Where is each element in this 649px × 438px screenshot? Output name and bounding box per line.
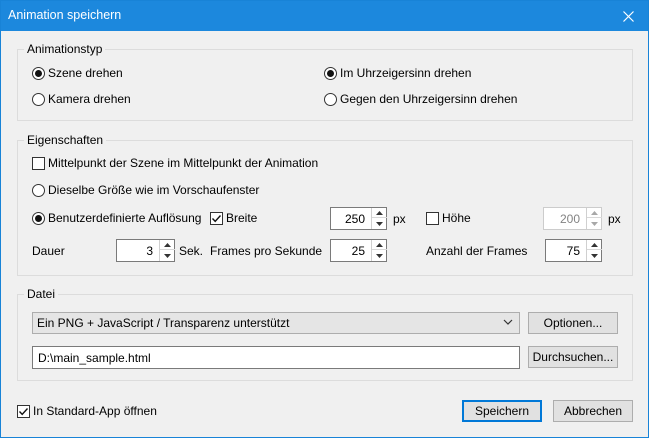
browse-button[interactable]: Durchsuchen... <box>528 346 618 368</box>
chevron-up-icon <box>591 210 598 215</box>
radio-same-size-label: Dieselbe Größe wie im Vorschaufenster <box>48 183 260 197</box>
file-group: Datei Ein PNG + JavaScript / Transparenz… <box>17 287 633 381</box>
radio-rotate-camera[interactable]: Kamera drehen <box>32 92 131 106</box>
close-button[interactable] <box>608 1 648 31</box>
chevron-down-icon <box>164 253 171 258</box>
height-checkbox[interactable]: Höhe <box>426 211 471 225</box>
spin-down-button[interactable] <box>587 250 602 261</box>
center-scene-checkbox[interactable]: Mittelpunkt der Szene im Mittelpunkt der… <box>32 156 318 170</box>
window-title: Animation speichern <box>8 8 122 22</box>
chevron-up-icon <box>376 242 383 247</box>
open-default-app-checkbox[interactable]: In Standard-App öffnen <box>17 404 157 418</box>
spin-arrows <box>586 208 602 229</box>
width-label: Breite <box>226 211 258 225</box>
file-legend: Datei <box>24 287 59 302</box>
radio-indicator <box>324 66 337 80</box>
spin-up-button[interactable] <box>160 240 175 250</box>
browse-button-label: Durchsuchen... <box>532 350 614 364</box>
radio-custom-resolution[interactable]: Benutzerdefinierte Auflösung <box>32 211 201 225</box>
format-dropdown-value: Ein PNG + JavaScript / Transparenz unter… <box>37 316 290 330</box>
radio-custom-resolution-label: Benutzerdefinierte Auflösung <box>48 211 202 225</box>
radio-indicator <box>32 92 45 106</box>
duration-value: 3 <box>146 244 153 258</box>
spin-arrows <box>159 240 175 261</box>
radio-indicator <box>32 211 45 225</box>
spin-arrows <box>586 240 602 261</box>
frames-value: 75 <box>566 244 580 258</box>
chevron-down-icon <box>591 253 598 258</box>
radio-same-size[interactable]: Dieselbe Größe wie im Vorschaufenster <box>32 183 259 197</box>
height-value: 200 <box>559 212 580 226</box>
checkbox-indicator <box>426 211 439 225</box>
options-button-label: Optionen... <box>543 316 603 330</box>
frames-label: Anzahl der Frames <box>426 244 528 258</box>
radio-counter-clockwise-label: Gegen den Uhrzeigersinn drehen <box>340 92 518 106</box>
radio-indicator <box>324 92 337 106</box>
checkmark-icon <box>18 407 29 415</box>
save-animation-dialog: Animation speichern Animationstyp Szene … <box>0 0 649 438</box>
spin-arrows <box>371 240 387 261</box>
properties-legend: Eigenschaften <box>24 133 107 148</box>
radio-rotate-scene[interactable]: Szene drehen <box>32 66 123 80</box>
radio-rotate-scene-label: Szene drehen <box>48 66 123 80</box>
width-checkbox[interactable]: Breite <box>210 211 257 225</box>
radio-clockwise[interactable]: Im Uhrzeigersinn drehen <box>324 66 471 80</box>
spin-up-button[interactable] <box>587 240 602 250</box>
file-path-value: D:\main_sample.html <box>38 351 151 365</box>
animation-type-legend: Animationstyp <box>24 42 106 57</box>
open-default-app-label: In Standard-App öffnen <box>33 404 157 418</box>
save-button[interactable]: Speichern <box>462 400 542 422</box>
frames-spinner[interactable]: 75 <box>545 239 602 262</box>
spin-down-button[interactable] <box>587 218 602 229</box>
radio-indicator <box>32 183 45 197</box>
spin-up-button[interactable] <box>372 240 387 250</box>
height-unit: px <box>608 212 621 226</box>
spin-arrows <box>371 208 387 229</box>
animation-type-group: Animationstyp Szene drehen Kamera drehen… <box>17 42 633 121</box>
title-bar: Animation speichern <box>1 1 648 31</box>
center-scene-label: Mittelpunkt der Szene im Mittelpunkt der… <box>48 156 319 170</box>
checkbox-indicator <box>210 211 223 225</box>
checkbox-indicator <box>32 156 45 170</box>
spin-up-button[interactable] <box>587 208 602 218</box>
spin-down-button[interactable] <box>372 250 387 261</box>
file-path-input[interactable]: D:\main_sample.html <box>32 346 520 369</box>
chevron-down-icon <box>591 221 598 226</box>
chevron-down-icon <box>376 253 383 258</box>
spin-down-button[interactable] <box>160 250 175 261</box>
fps-spinner[interactable]: 25 <box>330 239 387 262</box>
duration-unit: Sek. <box>179 244 204 258</box>
chevron-down-icon <box>376 221 383 226</box>
checkmark-icon <box>211 214 222 222</box>
spin-up-button[interactable] <box>372 208 387 218</box>
chevron-up-icon <box>376 210 383 215</box>
spin-down-button[interactable] <box>372 218 387 229</box>
chevron-up-icon <box>591 242 598 247</box>
chevron-up-icon <box>164 242 171 247</box>
cancel-button[interactable]: Abbrechen <box>553 400 633 422</box>
fps-label: Frames pro Sekunde <box>210 244 323 258</box>
width-unit: px <box>393 212 406 226</box>
chevron-down-icon <box>503 319 513 325</box>
duration-spinner[interactable]: 3 <box>116 239 175 262</box>
fps-value: 25 <box>351 244 365 258</box>
duration-label: Dauer <box>32 244 65 258</box>
properties-group: Eigenschaften Mittelpunkt der Szene im M… <box>17 133 633 276</box>
radio-clockwise-label: Im Uhrzeigersinn drehen <box>340 66 472 80</box>
checkbox-indicator <box>17 404 30 418</box>
options-button[interactable]: Optionen... <box>528 312 618 334</box>
radio-indicator <box>32 66 45 80</box>
height-spinner[interactable]: 200 <box>543 207 602 230</box>
radio-rotate-camera-label: Kamera drehen <box>48 92 131 106</box>
close-icon <box>622 10 634 22</box>
height-label: Höhe <box>442 211 471 225</box>
width-value: 250 <box>344 212 365 226</box>
radio-counter-clockwise[interactable]: Gegen den Uhrzeigersinn drehen <box>324 92 517 106</box>
cancel-button-label: Abbrechen <box>563 404 623 418</box>
save-button-label: Speichern <box>474 404 530 418</box>
format-dropdown[interactable]: Ein PNG + JavaScript / Transparenz unter… <box>32 312 520 334</box>
width-spinner[interactable]: 250 <box>330 207 387 230</box>
